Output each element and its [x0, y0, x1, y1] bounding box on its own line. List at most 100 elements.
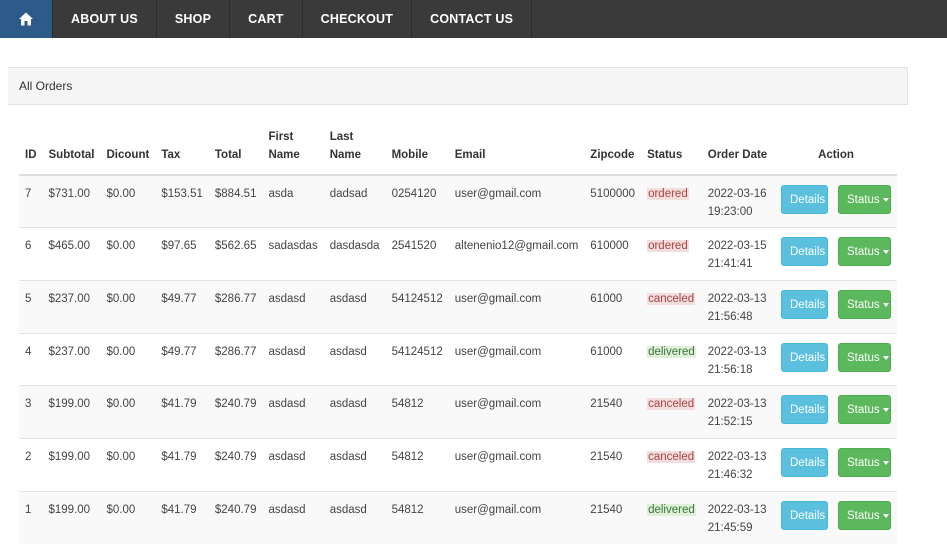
order-date: 2022-03-13 [707, 292, 767, 305]
cell-tax: $41.79 [155, 385, 209, 439]
order-date: 2022-03-13 [707, 398, 767, 411]
cell-first-name: asdasd [262, 332, 324, 386]
details-button[interactable]: Details [781, 500, 828, 530]
table-row: 1 $199.00 $0.00 $41.79 $240.79 asdasd asdasd 54… [19, 490, 897, 544]
order-time: 21:41:41 [707, 258, 753, 271]
cell-status: canceled [641, 385, 702, 439]
cell-action: Details Status [775, 227, 897, 281]
order-time: 21:46:32 [707, 468, 753, 481]
panel-heading: All Orders [8, 67, 908, 105]
status-button-label: Status [847, 456, 880, 469]
cell-order-date: 2022-03-13 21:46:32 [701, 437, 775, 492]
cell-tax: $41.79 [155, 490, 209, 544]
cell-email: user@gmail.com [448, 385, 585, 439]
details-button[interactable]: Details [781, 395, 828, 425]
table-row: 7 $731.00 $0.00 $153.51 $884.51 asda dadsad 025… [19, 174, 897, 228]
cell-mobile: 54812 [385, 385, 449, 439]
status-dropdown-button[interactable]: Status [838, 500, 891, 530]
order-time: 21:56:18 [707, 363, 753, 376]
details-button[interactable]: Details [781, 289, 828, 319]
cell-discount: $0.00 [100, 174, 156, 228]
cell-discount: $0.00 [100, 437, 156, 492]
cell-action: Details Status [775, 174, 897, 228]
status-badge: ordered [647, 188, 689, 200]
status-badge: canceled [647, 398, 696, 411]
cell-first-name: asdasd [262, 437, 324, 492]
caret-down-icon [882, 197, 889, 202]
cell-order-date: 2022-03-13 21:56:18 [701, 332, 775, 386]
orders-table: ID Subtotal Dicount Tax Total First Name… [19, 126, 897, 544]
status-button-label: Status [847, 298, 880, 311]
cell-mobile: 54124512 [385, 279, 449, 334]
cell-zipcode: 61000 [584, 279, 642, 334]
cell-first-name: asdasd [262, 490, 324, 544]
cell-zipcode: 5100000 [584, 174, 642, 228]
header-id: ID [19, 126, 43, 176]
details-button[interactable]: Details [781, 342, 828, 372]
status-badge: canceled [647, 450, 696, 463]
nav-shop[interactable]: SHOP [157, 0, 231, 38]
cell-id: 7 [19, 174, 43, 228]
nav-about-us[interactable]: ABOUT US [53, 0, 157, 38]
cell-email: altenenio12@gmail.com [448, 227, 585, 281]
cell-total: $240.79 [208, 437, 263, 492]
caret-down-icon [882, 250, 889, 255]
status-dropdown-button[interactable]: Status [838, 395, 891, 425]
header-subtotal: Subtotal [42, 126, 101, 176]
cell-total: $562.65 [208, 227, 263, 281]
cell-action: Details Status [775, 385, 897, 439]
nav-cart[interactable]: CART [230, 0, 303, 38]
cell-subtotal: $199.00 [42, 437, 101, 492]
table-header-row: ID Subtotal Dicount Tax Total First Name… [19, 126, 897, 176]
cell-total: $286.77 [208, 279, 263, 334]
table-row: 3 $199.00 $0.00 $41.79 $240.79 asdasd asdasd 54… [19, 385, 897, 439]
cell-email: user@gmail.com [448, 279, 585, 334]
cell-order-date: 2022-03-13 21:56:48 [701, 279, 775, 334]
table-row: 6 $465.00 $0.00 $97.65 $562.65 sadasdas dasdas… [19, 227, 897, 281]
cell-status: ordered [641, 227, 702, 281]
table-row: 5 $237.00 $0.00 $49.77 $286.77 asdasd asdasd 54… [19, 279, 897, 334]
order-time: 21:52:15 [707, 416, 753, 429]
status-button-label: Status [847, 404, 880, 417]
cell-order-date: 2022-03-15 21:41:41 [701, 227, 775, 281]
cell-subtotal: $465.00 [42, 227, 101, 281]
cell-tax: $49.77 [155, 279, 209, 334]
order-time: 21:56:48 [707, 310, 753, 323]
status-dropdown-button[interactable]: Status [838, 237, 891, 267]
cell-id: 4 [19, 332, 43, 386]
status-dropdown-button[interactable]: Status [838, 342, 891, 372]
header-zipcode: Zipcode [584, 126, 642, 176]
status-button-label: Status [847, 246, 880, 259]
nav-checkout[interactable]: CHECKOUT [303, 0, 413, 38]
caret-down-icon [882, 408, 889, 413]
cell-first-name: asdasd [262, 385, 324, 439]
cell-action: Details Status [775, 332, 897, 386]
order-date: 2022-03-13 [707, 503, 767, 516]
cell-last-name: asdasd [323, 385, 386, 439]
cell-email: user@gmail.com [448, 437, 585, 492]
cell-total: $884.51 [208, 174, 263, 228]
cell-last-name: asdasd [323, 437, 386, 492]
caret-down-icon [882, 302, 889, 307]
order-date: 2022-03-13 [707, 345, 767, 358]
status-dropdown-button[interactable]: Status [838, 289, 891, 319]
header-action: Action [775, 126, 897, 176]
cell-status: canceled [641, 279, 702, 334]
status-dropdown-button[interactable]: Status [838, 185, 891, 214]
cell-last-name: asdasd [323, 490, 386, 544]
header-status: Status [641, 126, 702, 176]
cell-zipcode: 21540 [584, 385, 642, 439]
nav-home[interactable] [0, 0, 53, 38]
cell-zipcode: 61000 [584, 332, 642, 386]
header-first-name: First Name [262, 126, 324, 176]
header-discount: Dicount [100, 126, 156, 176]
nav-contact-us[interactable]: CONTACT US [412, 0, 533, 38]
status-dropdown-button[interactable]: Status [838, 447, 891, 477]
table-row: 2 $199.00 $0.00 $41.79 $240.79 asdasd asdasd 54… [19, 437, 897, 492]
cell-order-date: 2022-03-16 19:23:00 [701, 174, 775, 228]
details-button[interactable]: Details [781, 447, 828, 477]
details-button[interactable]: Details [781, 237, 828, 267]
status-button-label: Status [847, 509, 880, 522]
cell-status: delivered [641, 332, 702, 386]
details-button[interactable]: Details [781, 185, 828, 214]
